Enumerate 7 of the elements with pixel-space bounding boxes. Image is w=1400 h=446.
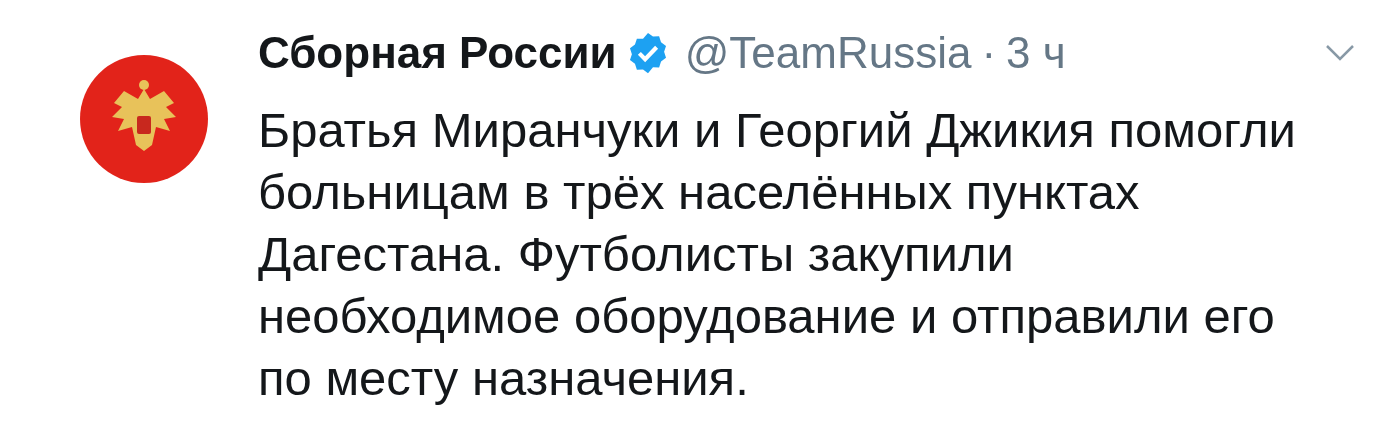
- tweet-time[interactable]: 3 ч: [1006, 20, 1066, 86]
- separator: ·: [981, 27, 997, 79]
- user-handle[interactable]: @TeamRussia: [684, 20, 972, 86]
- author-name[interactable]: Сборная России: [258, 20, 617, 86]
- tweet-text: Братья Миранчуки и Георгий Джикия помогли больницам в трёх населённых пунктах Дагестана. Футболисты закупили необходимое оборудование и отправили его по месту назначения.: [258, 102, 1297, 407]
- chevron-down-icon[interactable]: [1325, 44, 1355, 62]
- emblem-avatar-icon[interactable]: [80, 55, 208, 183]
